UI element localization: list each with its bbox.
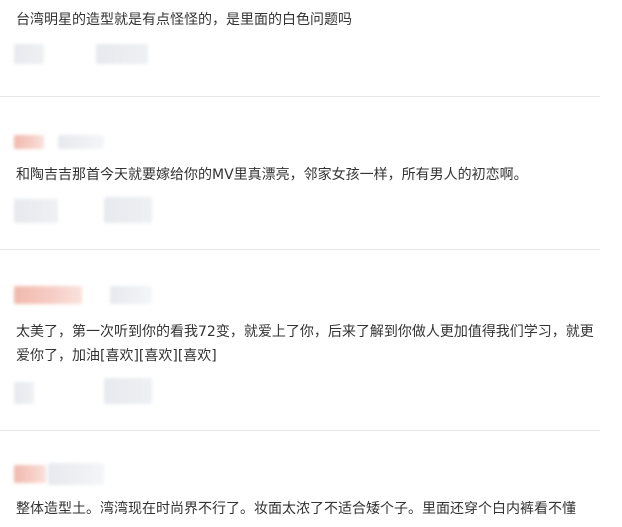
comment-actions-blurred [96, 44, 148, 64]
comment-card: 和陶吉吉那首今天就要嫁给你的MV里真漂亮，邻家女孩一样，所有男人的初恋啊。 [0, 97, 600, 250]
username-blurred [14, 465, 46, 483]
comment-text: 台湾明星的造型就是有点怪怪的，是里面的白色问题吗 [16, 12, 352, 28]
comment-actions-blurred [14, 199, 58, 223]
timestamp-blurred [110, 286, 152, 304]
comment-text: 和陶吉吉那首今天就要嫁给你的MV里真漂亮，邻家女孩一样，所有男人的初恋啊。 [16, 167, 528, 183]
comment-actions-blurred [104, 378, 152, 404]
comment-card: 台湾明星的造型就是有点怪怪的，是里面的白色问题吗 [0, 0, 600, 97]
comment-actions-blurred [14, 382, 34, 404]
username-blurred [14, 135, 44, 149]
comment-actions-blurred [14, 44, 44, 64]
username-blurred [14, 286, 82, 304]
comment-card: 整体造型土。湾湾现在时尚界不行了。妆面太浓了不适合矮个子。里面还穿个白内裤看不懂 [0, 431, 600, 527]
comment-card: 太美了，第一次听到你的看我72变，就爱上了你，后来了解到你做人更加值得我们学习，… [0, 250, 600, 431]
timestamp-blurred [48, 463, 104, 485]
comment-actions-blurred [104, 197, 152, 223]
comment-text: 太美了，第一次听到你的看我72变，就爱上了你，后来了解到你做人更加值得我们学习，… [16, 324, 594, 364]
timestamp-blurred [58, 135, 104, 149]
comment-text: 整体造型土。湾湾现在时尚界不行了。妆面太浓了不适合矮个子。里面还穿个白内裤看不懂 [16, 501, 576, 517]
